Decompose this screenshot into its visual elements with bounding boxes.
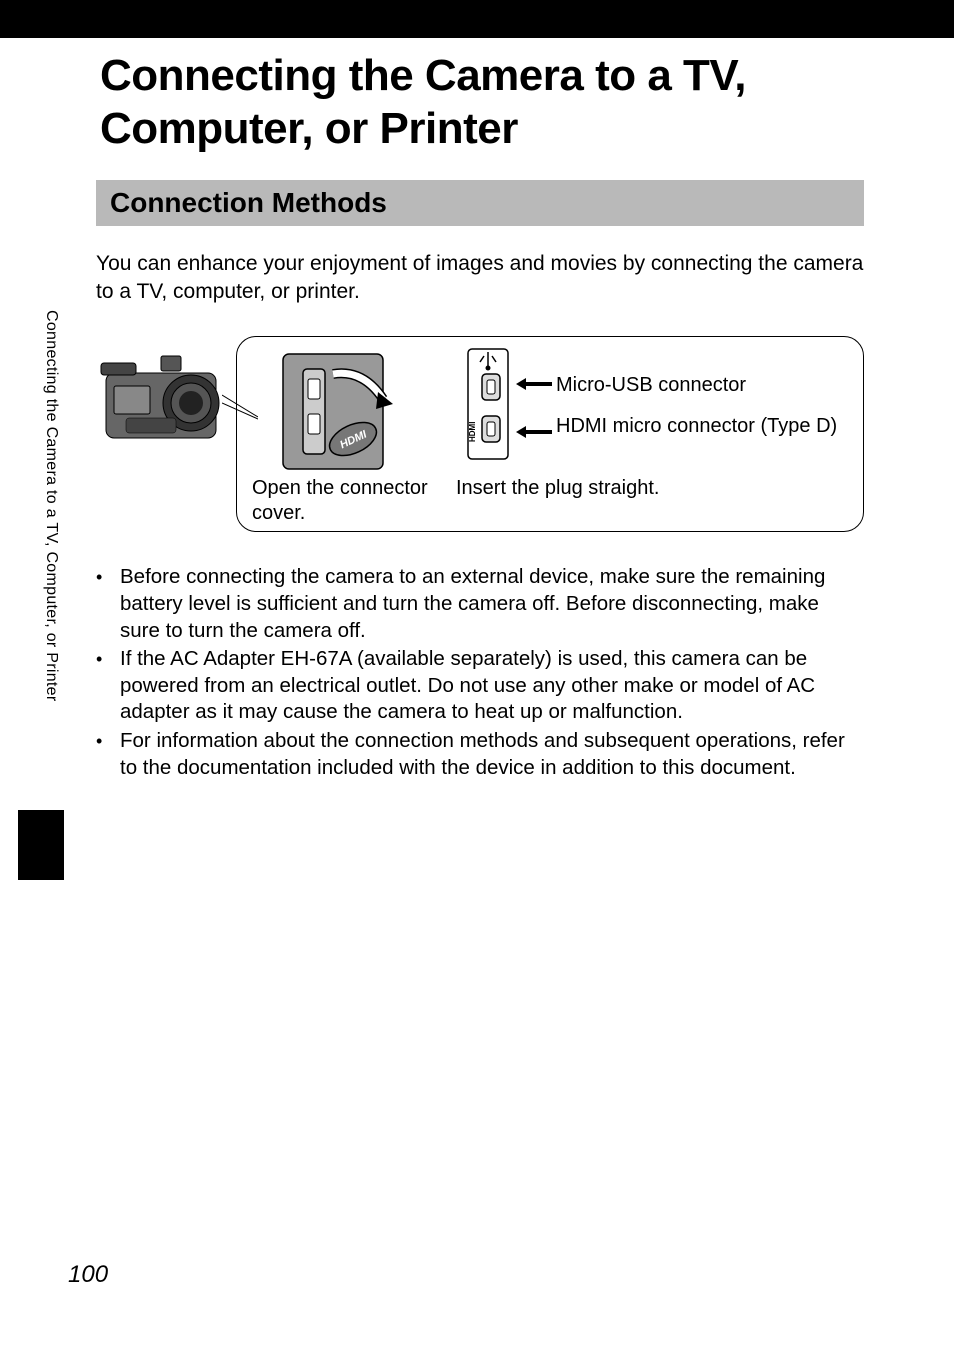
port-illustration: HDMI bbox=[456, 344, 521, 464]
usb-connector-label: Micro-USB connector bbox=[556, 374, 746, 397]
insert-plug-label: Insert the plug straight. bbox=[456, 476, 659, 501]
list-item-text: If the AC Adapter EH-67A (available sepa… bbox=[120, 646, 864, 726]
list-item-text: Before connecting the camera to an exter… bbox=[120, 564, 864, 644]
top-black-bar bbox=[0, 0, 954, 38]
bullet-icon: • bbox=[96, 728, 120, 781]
bullet-icon: • bbox=[96, 646, 120, 726]
list-item: • If the AC Adapter EH-67A (available se… bbox=[96, 646, 864, 726]
arrow-icon bbox=[516, 426, 552, 438]
list-item: • Before connecting the camera to an ext… bbox=[96, 564, 864, 644]
list-item-text: For information about the connection met… bbox=[120, 728, 864, 781]
list-item: • For information about the connection m… bbox=[96, 728, 864, 781]
svg-text:HDMI: HDMI bbox=[468, 422, 477, 442]
bullet-icon: • bbox=[96, 564, 120, 644]
arrow-icon bbox=[516, 378, 552, 390]
side-tab-marker bbox=[18, 810, 64, 880]
section-heading: Connection Methods bbox=[96, 180, 864, 226]
connector-cover-illustration: HDMI bbox=[258, 344, 408, 474]
camera-illustration bbox=[96, 348, 226, 448]
intro-text: You can enhance your enjoyment of images… bbox=[96, 250, 864, 307]
page-number: 100 bbox=[68, 1261, 108, 1289]
side-tab-text: Connecting the Camera to a TV, Computer,… bbox=[42, 310, 60, 702]
open-cover-label: Open the connector cover. bbox=[252, 476, 447, 526]
hdmi-connector-label: HDMI micro connector (Type D) bbox=[556, 414, 837, 439]
diagram-area: HDMI HDMI Micro-USB connector HDMI micro… bbox=[96, 336, 864, 536]
page-title: Connecting the Camera to a TV, Computer,… bbox=[0, 38, 954, 156]
side-tab: Connecting the Camera to a TV, Computer,… bbox=[18, 310, 64, 890]
bullet-list: • Before connecting the camera to an ext… bbox=[96, 564, 864, 781]
